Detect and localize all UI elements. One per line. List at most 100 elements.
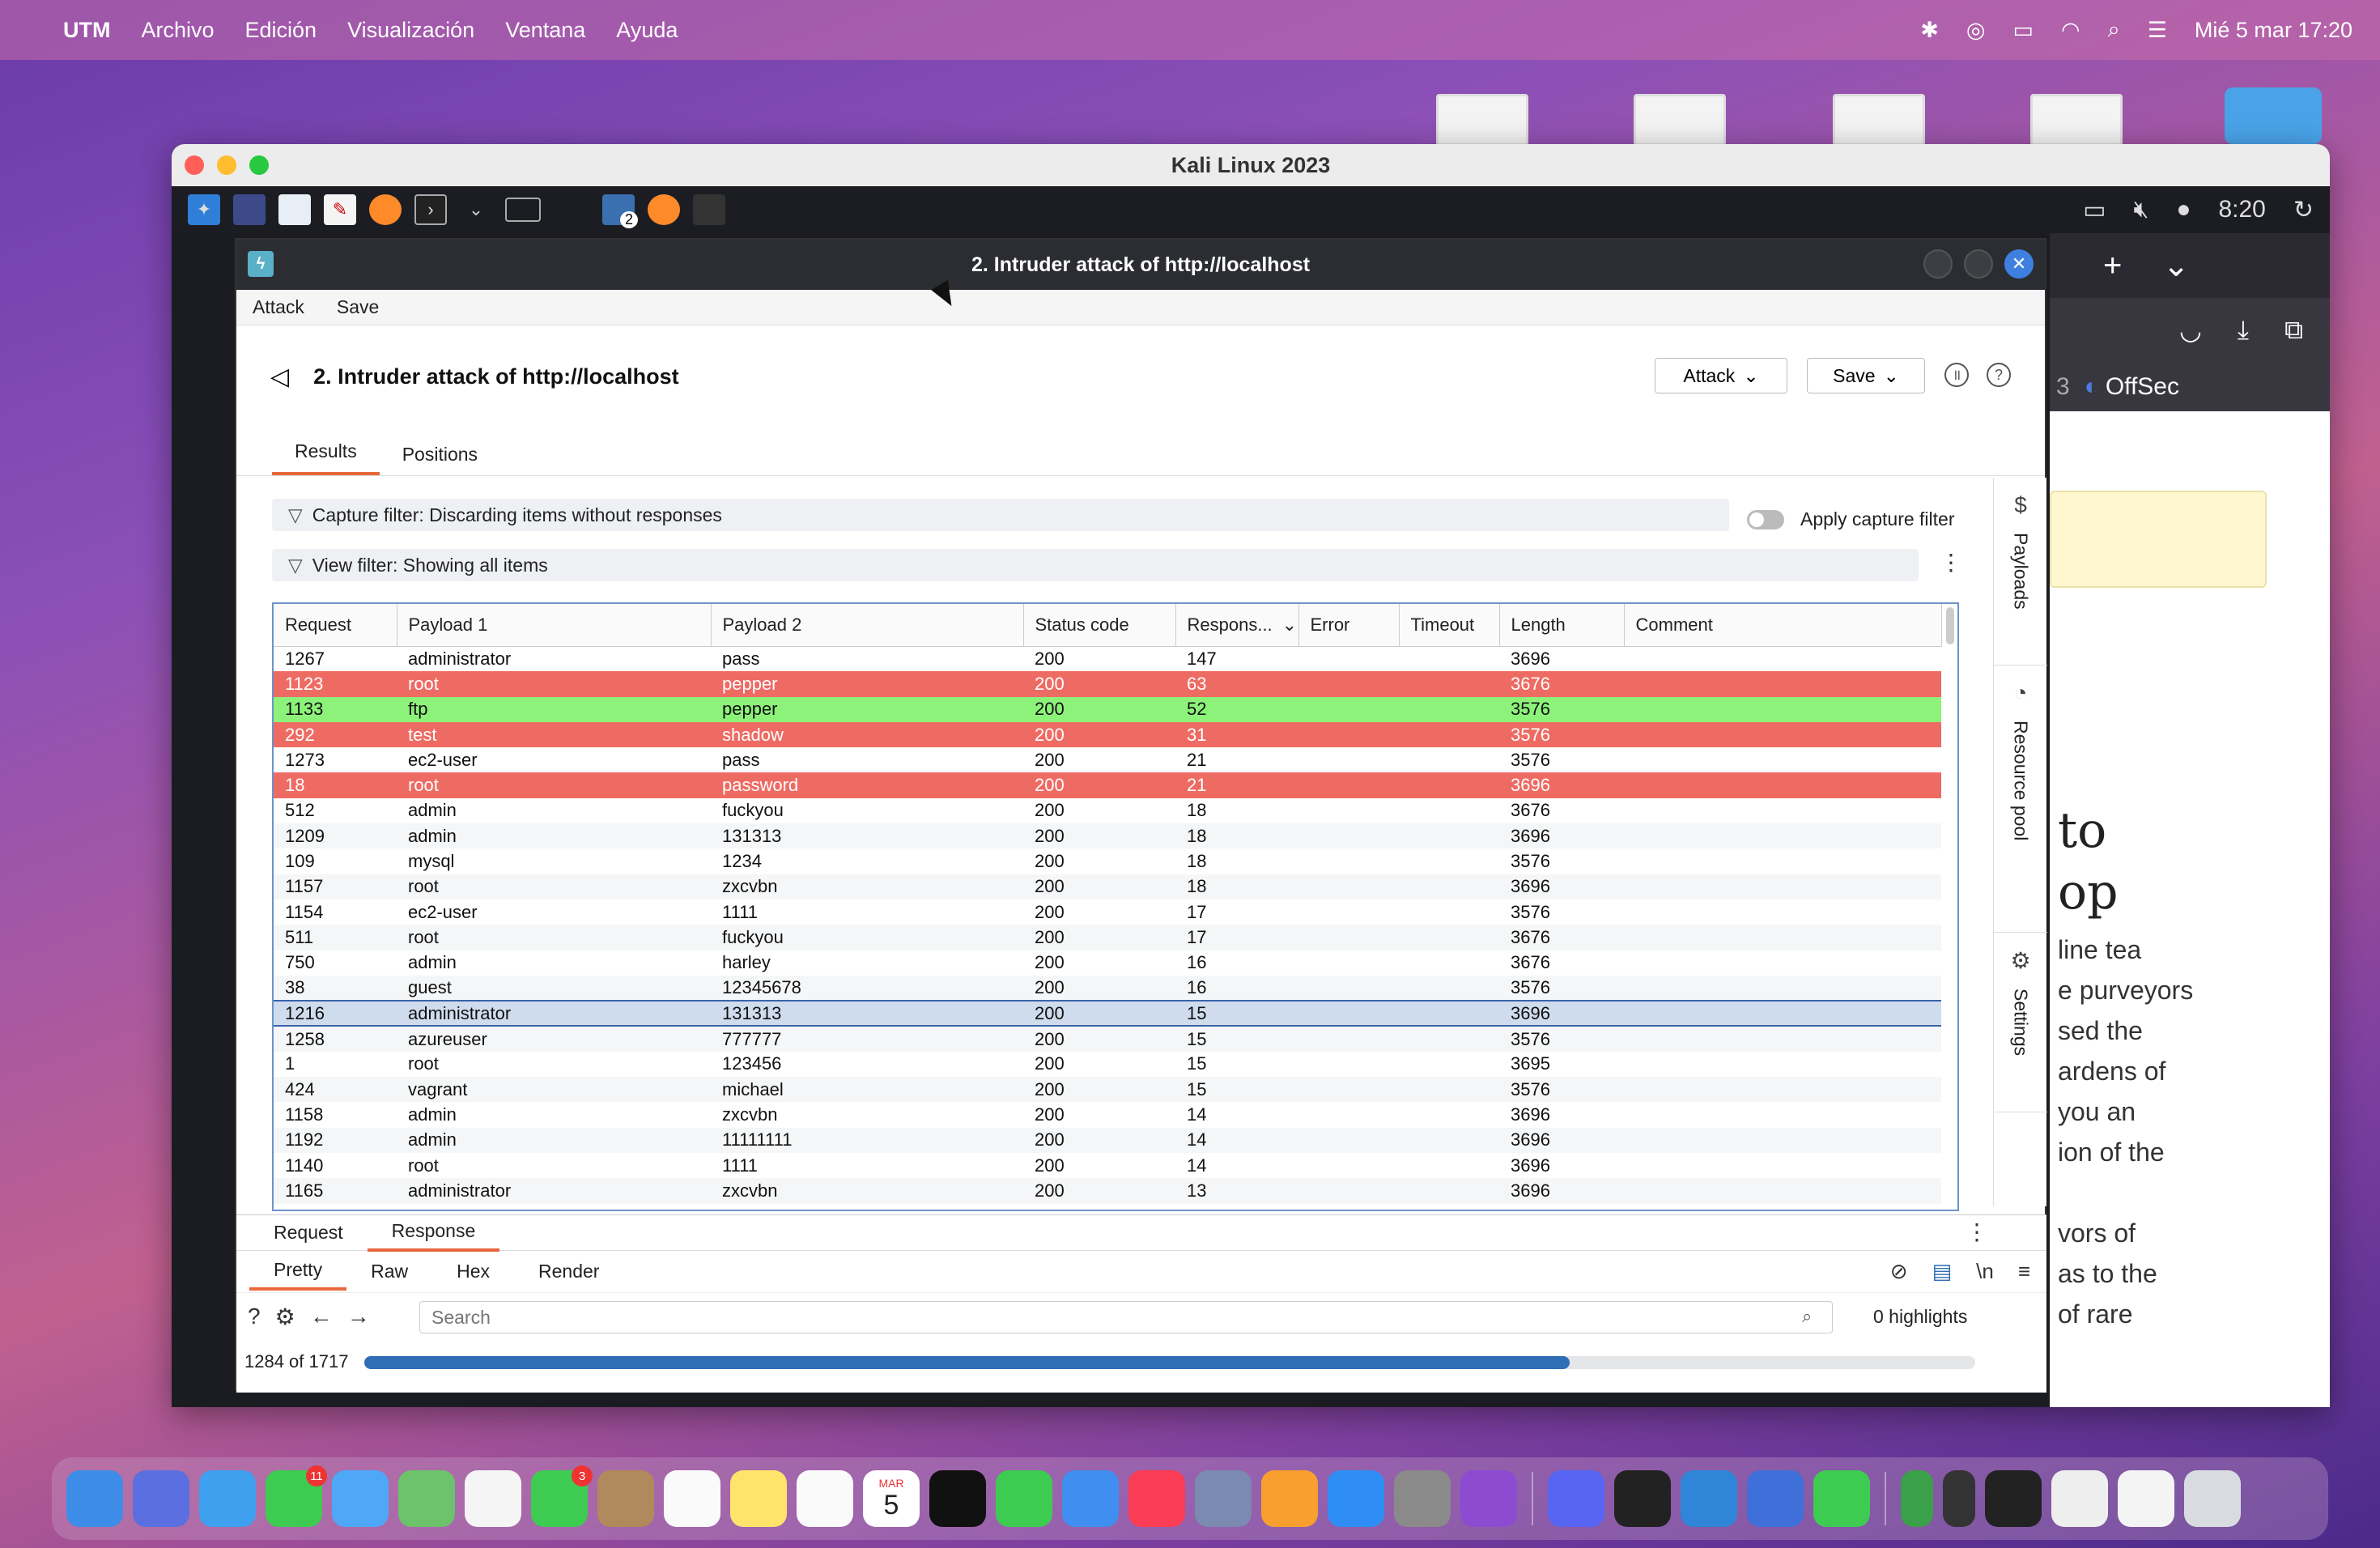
view-tab-raw[interactable]: Raw — [346, 1254, 432, 1289]
apple-tv-icon[interactable] — [929, 1470, 986, 1527]
system-settings-icon[interactable] — [1394, 1470, 1451, 1527]
help-icon[interactable]: ? — [1987, 363, 2011, 387]
keynote-icon[interactable] — [1062, 1470, 1119, 1527]
table-row[interactable]: 38 guest 12345678 200 16 3576 — [274, 975, 1941, 1002]
terminal-dock-icon[interactable] — [1614, 1470, 1671, 1527]
desktop-thumbnail[interactable] — [1436, 94, 1528, 146]
airdrop-icon[interactable]: ◎ — [1966, 18, 1986, 43]
power-manager-icon[interactable]: ● — [2176, 196, 2191, 223]
trash-icon[interactable] — [2184, 1470, 2241, 1527]
text-editor-icon[interactable]: ✎ — [324, 194, 356, 225]
bluetooth-icon[interactable]: ✱ — [1920, 18, 1939, 43]
menubar-item-visualizacion[interactable]: Visualización — [347, 18, 474, 43]
table-row[interactable]: 1192 admin 11111111 200 14 3696 — [274, 1127, 1941, 1153]
window-zoom-button[interactable] — [249, 155, 269, 175]
app-store-icon[interactable] — [1328, 1470, 1384, 1527]
table-row[interactable]: 1273 ec2-user pass 200 21 3576 — [274, 747, 1941, 772]
column-header-payload-2[interactable]: Payload 2 — [711, 604, 1024, 647]
wrap-lines-icon[interactable]: ▤ — [1932, 1259, 1953, 1284]
tab-positions[interactable]: Positions — [380, 444, 500, 475]
chevron-down-icon[interactable]: ⌄ — [460, 194, 492, 225]
view-tab-render[interactable]: Render — [514, 1254, 623, 1289]
discord-icon[interactable] — [1548, 1470, 1604, 1527]
spotlight-search-icon[interactable]: ⌕ — [2108, 17, 2120, 43]
reminders-icon[interactable] — [664, 1470, 720, 1527]
terminal-taskbar-icon[interactable] — [693, 194, 725, 225]
workspace-switcher-icon[interactable] — [505, 198, 541, 222]
editor-tab-response[interactable]: Response — [367, 1214, 500, 1252]
help-icon[interactable]: ? — [248, 1303, 261, 1329]
firefox-taskbar-icon[interactable] — [648, 194, 680, 225]
table-row[interactable]: 511 root fuckyou 200 17 3676 — [274, 925, 1941, 950]
photos-icon[interactable] — [465, 1470, 521, 1527]
column-header-comment[interactable]: Comment — [1624, 604, 1942, 647]
table-row[interactable]: 1133 ftp pepper 200 52 3576 — [274, 696, 1941, 722]
extensions-icon[interactable]: ⧉ — [2284, 315, 2303, 346]
minimized-window-icon[interactable] — [1901, 1470, 1933, 1527]
desktop-thumbnail[interactable] — [2030, 94, 2123, 146]
window-minimize-button[interactable] — [217, 155, 236, 175]
view-tab-pretty[interactable]: Pretty — [249, 1252, 347, 1291]
freeform-icon[interactable] — [797, 1470, 853, 1527]
newline-icon[interactable]: \n — [1976, 1259, 1994, 1284]
gear-icon[interactable]: ⚙ — [275, 1303, 295, 1330]
menu-icon[interactable]: ≡ — [2018, 1259, 2030, 1284]
table-scrollbar[interactable] — [1946, 607, 1954, 644]
downloads-icon[interactable]: ⤓ — [2238, 315, 2249, 346]
minimized-window-icon[interactable] — [2051, 1470, 2108, 1527]
mute-icon[interactable]: 🔇︎ — [2133, 196, 2148, 223]
show-desktop-icon[interactable] — [233, 194, 266, 225]
table-row[interactable]: 1 root 123456 200 15 3695 — [274, 1052, 1941, 1077]
table-row[interactable]: 1157 root zxcvbn 200 18 3696 — [274, 874, 1941, 899]
maximize-button[interactable] — [1964, 249, 1993, 279]
launchpad-icon[interactable] — [133, 1470, 189, 1527]
table-row[interactable]: 292 test shadow 200 31 3576 — [274, 721, 1941, 748]
vscode-icon[interactable] — [1681, 1470, 1737, 1527]
attack-dropdown-button[interactable]: Attack ⌄ — [1655, 358, 1787, 393]
menubar-item-ventana[interactable]: Ventana — [505, 18, 585, 43]
view-filter-bar[interactable]: ▽ View filter: Showing all items — [272, 549, 1919, 581]
table-row[interactable]: 1165 administrator zxcvbn 200 13 3696 — [274, 1178, 1941, 1204]
minimize-button[interactable] — [1923, 249, 1953, 279]
side-tab-settings[interactable]: ⚙ Settings — [1994, 933, 2047, 1112]
next-arrow-icon[interactable]: → — [347, 1303, 370, 1329]
editor-tab-request[interactable]: Request — [249, 1215, 368, 1250]
tab-list-icon[interactable]: ⌄ — [2162, 247, 2190, 284]
desktop-thumbnail[interactable] — [1833, 94, 1925, 146]
tab-results[interactable]: Results — [272, 440, 380, 475]
github-desktop-icon[interactable] — [1460, 1470, 1517, 1527]
kali-menu-icon[interactable]: ✦ — [188, 194, 220, 225]
battery-icon[interactable]: ▭ — [2012, 18, 2034, 43]
control-center-icon[interactable]: ☰ — [2148, 18, 2167, 43]
table-row[interactable]: 1154 ec2-user 1111 200 17 3576 — [274, 899, 1941, 925]
utm-dock-icon[interactable] — [1747, 1470, 1804, 1527]
table-row[interactable]: 1258 azureuser 777777 200 15 3576 — [274, 1026, 1941, 1052]
whatsapp-icon[interactable] — [1813, 1470, 1870, 1527]
menubar-item-edicion[interactable]: Edición — [245, 18, 317, 43]
table-row[interactable]: 1140 root 1111 200 14 3696 — [274, 1153, 1941, 1178]
pages-icon[interactable] — [1261, 1470, 1318, 1527]
messages-icon[interactable]: 11 — [266, 1465, 327, 1527]
column-header-response[interactable]: Respons... ⌄ — [1175, 604, 1299, 647]
column-header-request[interactable]: Request — [274, 604, 397, 647]
more-options-icon[interactable]: ⋮ — [1940, 549, 1962, 576]
minimized-window-icon[interactable] — [1943, 1470, 1975, 1527]
offsec-bookmark[interactable]: OffSec — [2106, 373, 2179, 401]
terminal-icon[interactable]: › — [414, 194, 447, 225]
editor-more-options-icon[interactable]: ⋮ — [1966, 1218, 1988, 1245]
window-close-button[interactable] — [185, 155, 204, 175]
menubar-item-archivo[interactable]: Archivo — [141, 18, 214, 43]
menubar-app-name[interactable]: UTM — [63, 18, 110, 43]
firefox-icon[interactable] — [369, 194, 402, 225]
table-row[interactable]: 750 admin harley 200 16 3676 — [274, 950, 1941, 976]
save-dropdown-button[interactable]: Save ⌄ — [1807, 358, 1925, 393]
search-input[interactable] — [419, 1301, 1833, 1333]
view-tab-hex[interactable]: Hex — [432, 1254, 514, 1289]
table-row[interactable]: 1216 administrator 131313 200 15 3696 — [274, 1000, 1941, 1027]
column-header-timeout[interactable]: Timeout — [1399, 604, 1500, 647]
menu-attack[interactable]: Attack — [253, 296, 304, 318]
side-tab-resource-pool[interactable]: ◔ Resource pool — [1994, 666, 2047, 933]
table-row[interactable]: 1267 administrator pass 200 147 3696 — [274, 646, 1941, 671]
pocket-icon[interactable]: ◡ — [2179, 315, 2202, 346]
column-header-payload-1[interactable]: Payload 1 — [397, 604, 712, 647]
